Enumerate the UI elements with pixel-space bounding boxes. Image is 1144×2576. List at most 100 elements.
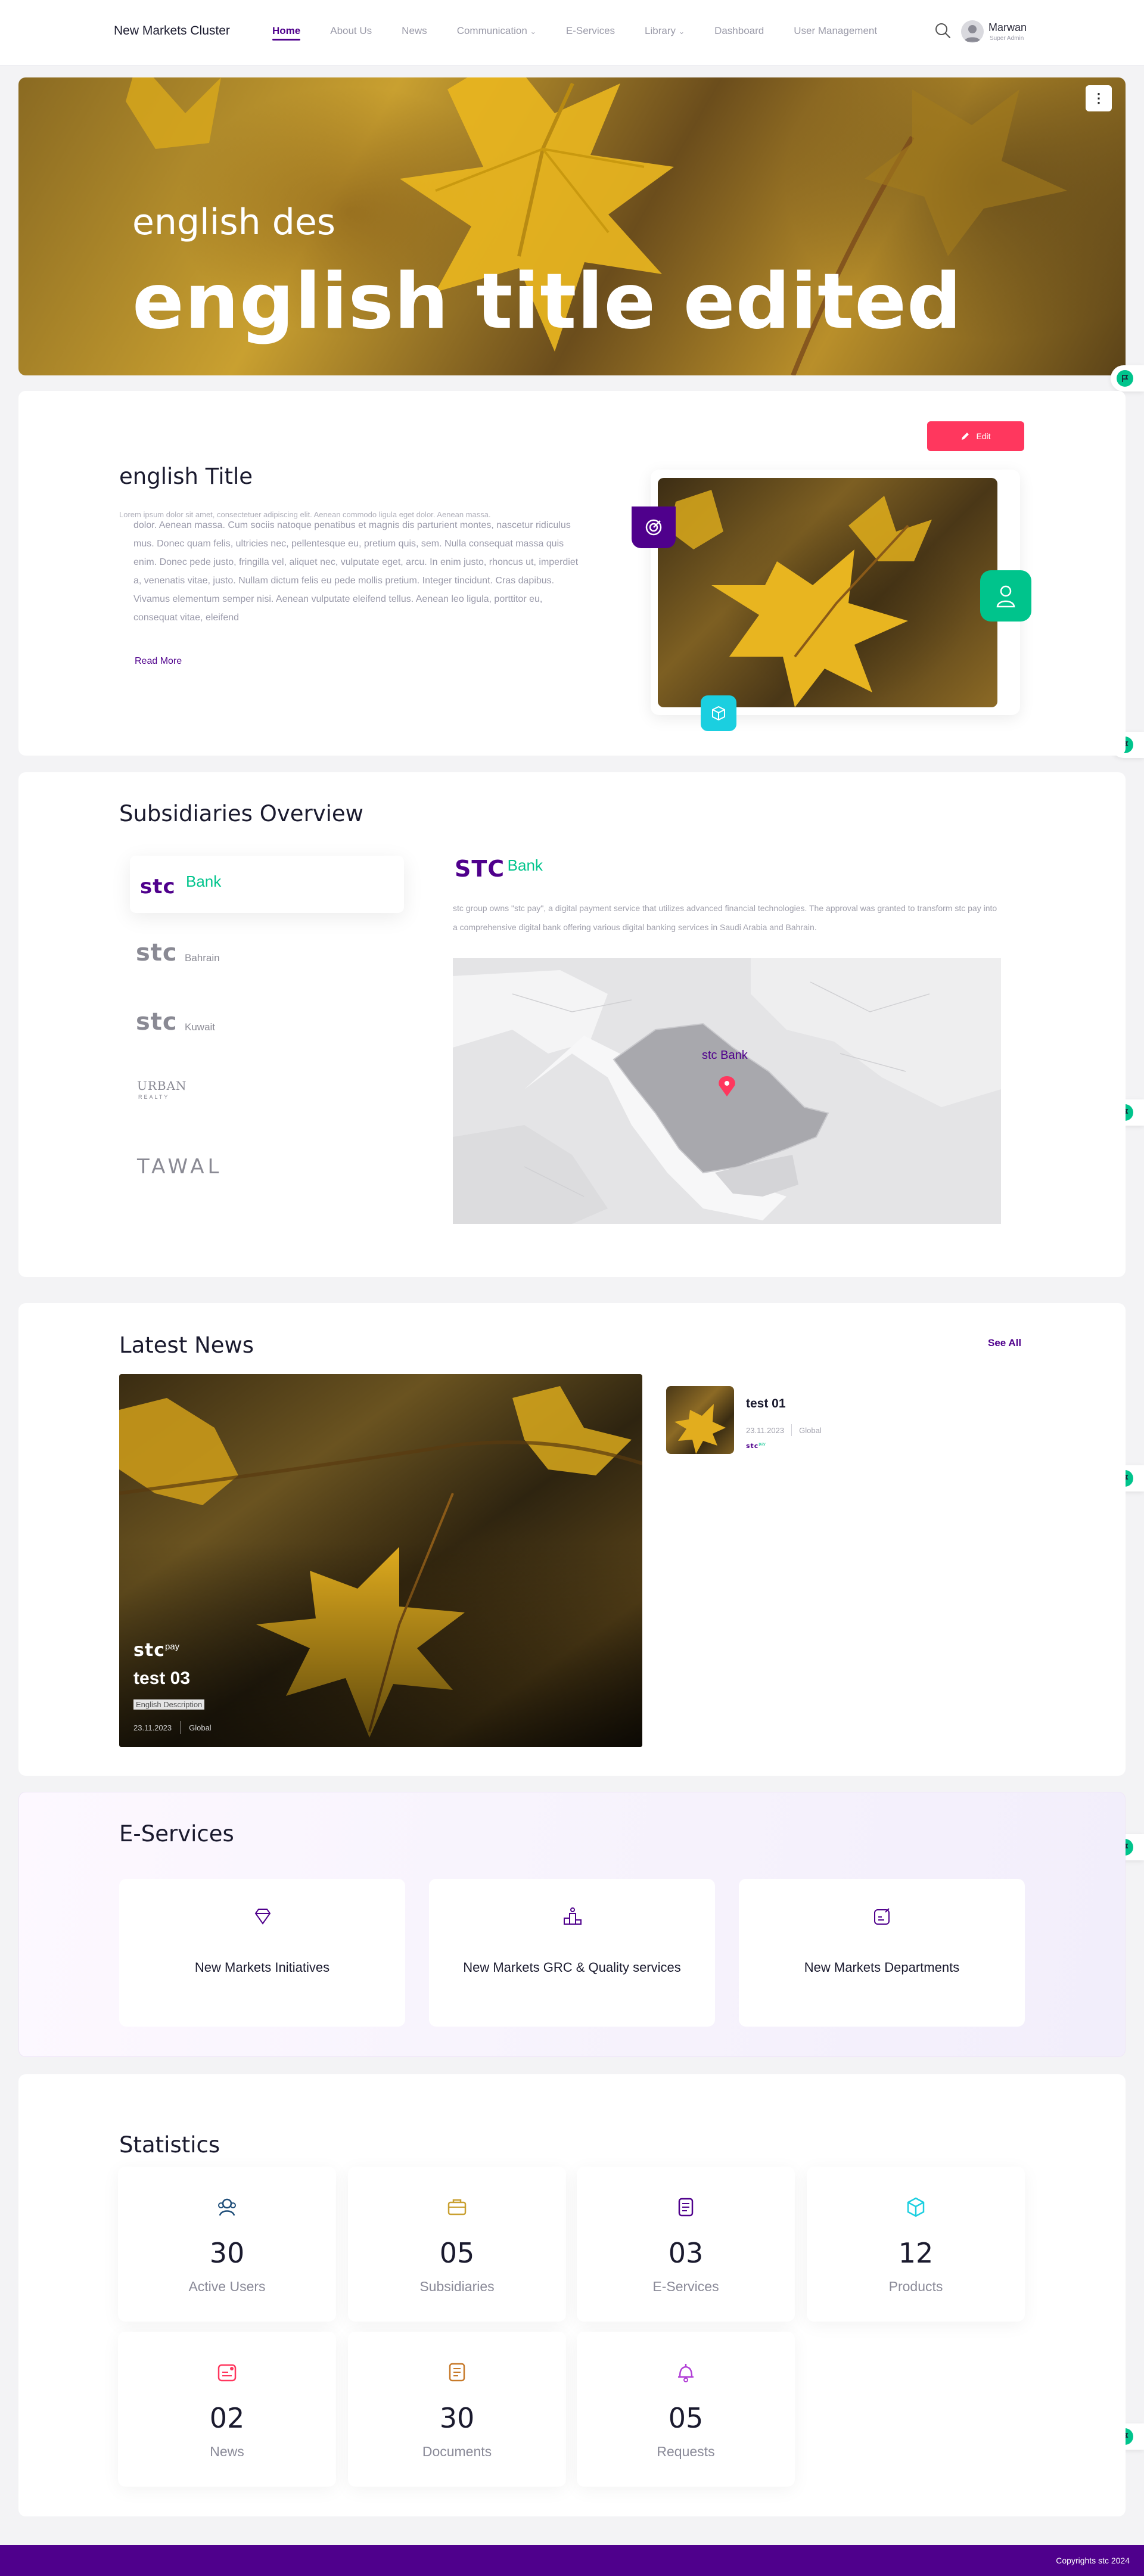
stat-value: 05 — [668, 2402, 704, 2434]
subsidiary-suffix: Bahrain — [185, 952, 220, 964]
flag-icon — [1117, 370, 1133, 387]
bell-icon — [678, 2364, 694, 2382]
stat-value: 03 — [668, 2237, 704, 2269]
stat-card-products[interactable]: 12 Products — [807, 2167, 1025, 2322]
subsidiary-suffix: REALTY — [138, 1094, 170, 1100]
subsidiary-tawal[interactable]: TAWAL — [130, 1144, 404, 1201]
hero-menu-button[interactable]: ⋮ — [1086, 85, 1112, 111]
about-body: dolor. Aenean massa. Cum sociis natoque … — [133, 520, 579, 623]
stat-label: Documents — [422, 2444, 492, 2459]
subsidiary-stc-kuwait[interactable]: stc Kuwait — [130, 1000, 404, 1057]
leaf-image — [670, 490, 932, 707]
nav-news[interactable]: News — [402, 25, 427, 37]
news-scope: Global — [189, 1723, 212, 1732]
nav-label: About Us — [330, 25, 372, 36]
avatar[interactable] — [961, 20, 984, 43]
eservice-label: New Markets Initiatives — [194, 1960, 330, 1975]
eservice-label: New Markets GRC & Quality services — [463, 1960, 681, 1975]
nav-library[interactable]: Library ⌄ — [645, 25, 685, 37]
stc-pay-logo: stcpay — [133, 1640, 179, 1661]
divider — [791, 1424, 792, 1436]
cube-icon — [712, 706, 725, 721]
see-all-link[interactable]: See All — [988, 1337, 1021, 1349]
about-title: english Title — [119, 464, 253, 489]
nav-e-services[interactable]: E-Services — [566, 25, 615, 37]
stat-card-subsidiaries[interactable]: 05 Subsidiaries — [348, 2167, 566, 2322]
featured-news-description: English Description — [133, 1699, 205, 1710]
stat-value: 30 — [209, 2237, 245, 2269]
stc-logo: stc — [136, 1008, 178, 1036]
leaf-image — [674, 1404, 726, 1454]
nav-label: Home — [272, 25, 301, 36]
brand-name[interactable]: New Markets Cluster — [114, 24, 230, 38]
target-icon — [645, 519, 662, 536]
floating-feedback-button[interactable] — [1111, 365, 1144, 391]
nav-label: User Management — [794, 25, 878, 36]
stat-label: Requests — [657, 2444, 715, 2459]
subsidiary-urban-realty[interactable]: URBAN REALTY — [130, 1067, 404, 1124]
subsidiary-stc-bank[interactable]: stc Bank — [130, 856, 404, 913]
diamond-icon — [254, 1909, 271, 1925]
nav-user-management[interactable]: User Management — [794, 25, 877, 37]
stc-logo: stc — [746, 1442, 759, 1450]
news-item-thumbnail[interactable] — [666, 1386, 734, 1454]
document-icon — [449, 2363, 465, 2382]
target-icon-badge — [632, 507, 676, 548]
nav-label: Communication — [456, 25, 527, 36]
featured-news-card[interactable] — [119, 1374, 642, 1747]
news-title: Latest News — [119, 1332, 254, 1358]
copyright-text: Copyrights stc 2024 — [1056, 2556, 1130, 2565]
statistics-title: Statistics — [119, 2132, 220, 2158]
edit-button-label: Edit — [976, 431, 991, 441]
chevron-down-icon: ⌄ — [679, 27, 685, 36]
stat-card-e-services[interactable]: 03 E-Services — [577, 2167, 795, 2322]
stat-card-active-users[interactable]: 30 Active Users — [118, 2167, 336, 2322]
users-icon — [218, 2198, 236, 2216]
subsidiary-stc-bahrain[interactable]: stc Bahrain — [130, 931, 404, 988]
featured-news-title[interactable]: test 03 — [133, 1668, 190, 1689]
eservice-card-departments[interactable]: New Markets Departments — [739, 1879, 1025, 2027]
hero-banner: english des english title edited — [18, 77, 1126, 375]
image-shade — [119, 1374, 642, 1747]
hero-subtitle: english des — [132, 201, 335, 243]
urban-logo: URBAN — [137, 1079, 187, 1093]
eservice-label: New Markets Departments — [804, 1960, 960, 1975]
briefcase-icon — [447, 2199, 467, 2215]
edit-button[interactable]: Edit — [927, 421, 1024, 451]
subsidiary-suffix: Bank — [186, 872, 222, 890]
search-icon[interactable] — [934, 22, 951, 39]
nav-label: News — [402, 25, 427, 36]
user-name[interactable]: Marwan — [988, 21, 1027, 34]
nav-dashboard[interactable]: Dashboard — [714, 25, 764, 37]
edit-box-icon — [874, 1908, 890, 1925]
subsidiaries-title: Subsidiaries Overview — [119, 801, 363, 826]
nav-label: Dashboard — [714, 25, 764, 36]
stat-card-requests[interactable]: 05 Requests — [577, 2332, 795, 2487]
stat-label: Products — [888, 2279, 943, 2294]
stat-card-documents[interactable]: 30 Documents — [348, 2332, 566, 2487]
eservice-card-initiatives[interactable]: New Markets Initiatives — [119, 1879, 405, 2027]
region-map — [453, 958, 1001, 1224]
tawal-logo: TAWAL — [137, 1155, 223, 1179]
eservice-card-grc[interactable]: New Markets GRC & Quality services — [429, 1879, 715, 2027]
stat-card-news[interactable]: 02 News — [118, 2332, 336, 2487]
read-more-link[interactable]: Read More — [135, 656, 182, 667]
footer: Copyrights stc 2024 — [0, 2545, 1144, 2576]
divider — [180, 1721, 181, 1734]
stat-label: Subsidiaries — [419, 2279, 495, 2294]
nav-communication[interactable]: Communication ⌄ — [457, 25, 536, 37]
stat-value: 12 — [898, 2237, 934, 2269]
news-icon — [217, 2364, 237, 2382]
subsidiary-map[interactable]: stc Bank — [453, 958, 1001, 1224]
nav-about-us[interactable]: About Us — [330, 25, 372, 37]
logo-superscript: pay — [164, 1642, 180, 1652]
news-scope: Global — [799, 1425, 822, 1435]
about-image — [658, 478, 997, 707]
stc-logo: STC — [455, 856, 505, 882]
subsidiary-suffix: Kuwait — [185, 1021, 216, 1033]
hero-title: english title edited — [132, 257, 962, 346]
featured-news-meta: 23.11.2023 Global — [133, 1721, 212, 1734]
news-item-title[interactable]: test 01 — [746, 1397, 786, 1411]
nav-home[interactable]: Home — [272, 25, 301, 41]
stc-pay-logo: stcpay — [746, 1442, 766, 1450]
